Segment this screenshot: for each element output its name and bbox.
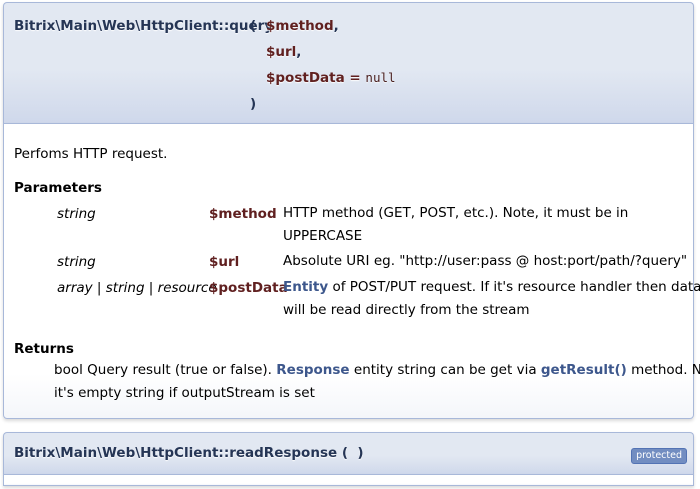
param-suffix: ,: [333, 18, 339, 34]
returns-description: bool Query result (true or false). Respo…: [54, 359, 700, 405]
function-name-text: Bitrix\Main\Web\HttpClient::readResponse: [14, 445, 338, 461]
param-description: Absolute URI eg. "http://user:pass @ hos…: [283, 250, 687, 273]
returns-text: bool Query result (true or false).: [54, 362, 277, 378]
param-name-postdata: $postData: [266, 70, 345, 86]
param-type: string: [57, 254, 96, 270]
param-line-method: $method,: [266, 18, 339, 34]
returns-text: it's empty string if outputStream is set: [54, 385, 315, 401]
getresult-link[interactable]: getResult(): [541, 362, 627, 378]
param-desc-line: UPPERCASE: [283, 228, 363, 244]
brief-description: Perfoms HTTP request.: [14, 146, 168, 162]
param-line-url: $url,: [266, 44, 301, 60]
response-link[interactable]: Response: [276, 362, 349, 378]
param-name-url: $url: [266, 44, 297, 60]
function-name: Bitrix\Main\Web\HttpClient::query: [14, 18, 274, 34]
protected-badge: protected: [631, 448, 687, 464]
param-desc-line: HTTP method (GET, POST, etc.). Note, it …: [283, 205, 629, 221]
param-desc-line: will be read directly from the stream: [283, 302, 530, 318]
close-paren: ): [250, 96, 257, 112]
member-query: Bitrix\Main\Web\HttpClient::query ( $met…: [3, 2, 700, 419]
param-line-postdata: $postData = null: [266, 70, 396, 86]
member-prototype: Bitrix\Main\Web\HttpClient::query ( $met…: [3, 2, 694, 123]
returns-text: entity string can be get via: [349, 362, 541, 378]
member-readresponse: Bitrix\Main\Web\HttpClient::readResponse…: [3, 432, 694, 486]
member-prototype: Bitrix\Main\Web\HttpClient::readResponse…: [3, 432, 694, 474]
parameters-heading: Parameters: [14, 180, 102, 196]
param-suffix: ,: [296, 44, 302, 60]
member-documentation: [3, 474, 694, 486]
param-description: HTTP method (GET, POST, etc.). Note, it …: [283, 202, 628, 248]
param-type: array | string | resource: [57, 280, 217, 296]
param-desc-line: of POST/PUT request. If it's resource ha…: [328, 279, 700, 295]
param-desc-line: Absolute URI eg. "http://user:pass @ hos…: [283, 253, 688, 269]
param-name-method: $method: [266, 18, 334, 34]
function-parens: ( ): [341, 445, 364, 461]
returns-text: method. Note,: [631, 362, 700, 378]
open-paren: (: [250, 18, 257, 34]
function-name: Bitrix\Main\Web\HttpClient::readResponse…: [14, 445, 364, 461]
param-type: string: [57, 206, 96, 222]
returns-heading: Returns: [14, 341, 74, 357]
param-name: $postData: [209, 280, 288, 296]
param-description: Entity of POST/PUT request. If it's reso…: [283, 276, 700, 322]
param-name: $url: [209, 254, 240, 270]
param-name: $method: [209, 206, 277, 222]
entity-link[interactable]: Entity: [283, 279, 328, 295]
param-default-equals: =: [344, 70, 366, 86]
member-documentation: Perfoms HTTP request. Parameters string …: [3, 123, 700, 419]
param-default-value: null: [365, 70, 396, 85]
